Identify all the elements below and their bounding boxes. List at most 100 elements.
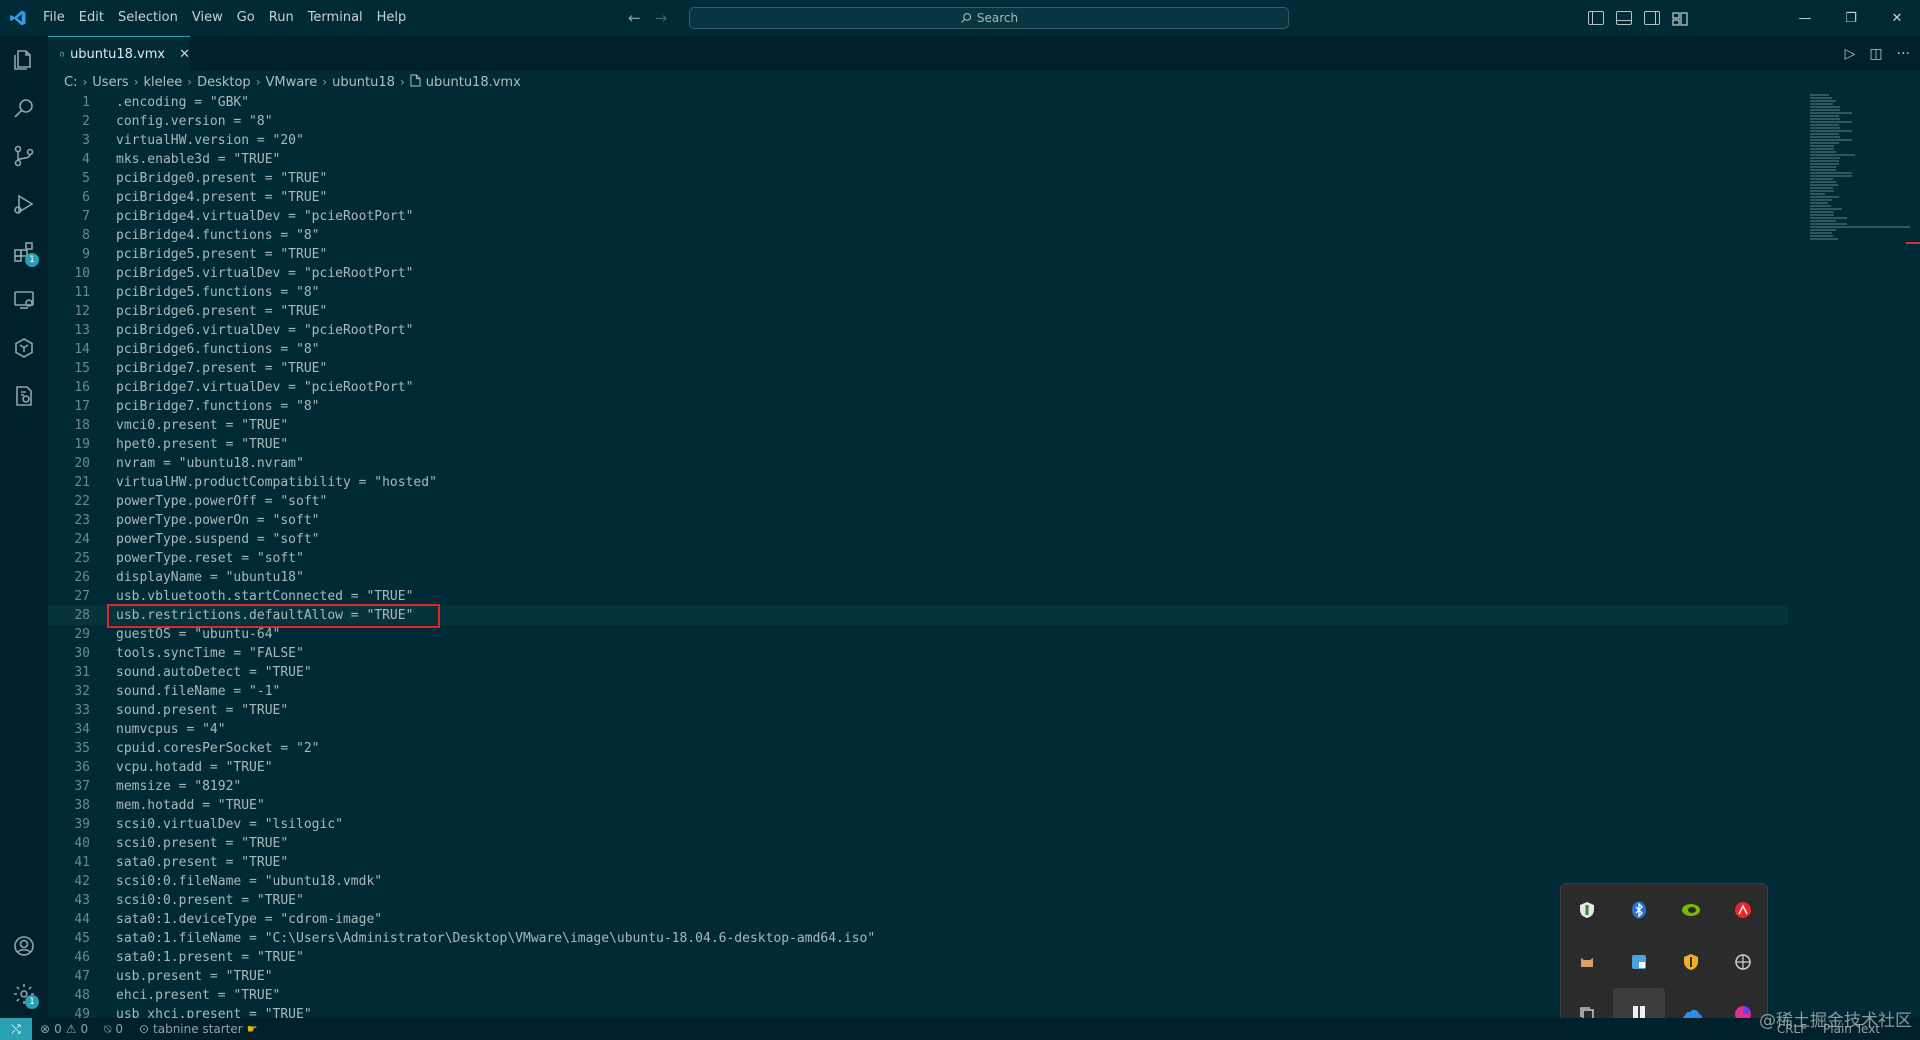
code-line[interactable]: 3 virtualHW.version = "20" [48,131,1920,150]
code-line[interactable]: 19 hpet0.present = "TRUE" [48,435,1920,454]
code-line[interactable]: 16 pciBridge7.virtualDev = "pcieRootPort" [48,378,1920,397]
minimap[interactable] [1790,93,1920,333]
code-line[interactable]: 23 powerType.powerOn = "soft" [48,511,1920,530]
run-icon[interactable]: ▷ [1845,46,1856,62]
ports-indicator[interactable]: ⍉ 0 [96,1022,131,1037]
line-text: pciBridge4.present = "TRUE" [116,190,328,205]
code-line[interactable]: 5 pciBridge0.present = "TRUE" [48,169,1920,188]
code-line[interactable]: 12 pciBridge6.present = "TRUE" [48,302,1920,321]
back-arrow-icon[interactable]: ← [628,9,641,27]
adobe-icon[interactable] [1717,884,1769,936]
menu-item-file[interactable]: File [36,0,72,36]
code-line[interactable]: 40 scsi0.present = "TRUE" [48,834,1920,853]
breadcrumb-item[interactable]: Users [92,75,128,90]
source-control-icon[interactable] [0,132,48,180]
menu-item-selection[interactable]: Selection [111,0,185,36]
close-window-icon[interactable]: ✕ [1874,0,1920,36]
code-line[interactable]: 37 memsize = "8192" [48,777,1920,796]
tab-ubuntu18-vmx[interactable]: ubuntu18.vmx ✕ [48,36,190,71]
close-tab-icon[interactable]: ✕ [179,47,190,62]
toggle-panel-icon[interactable] [1616,11,1632,25]
code-line[interactable]: 4 mks.enable3d = "TRUE" [48,150,1920,169]
code-line[interactable]: 38 mem.hotadd = "TRUE" [48,796,1920,815]
code-line[interactable]: 35 cpuid.coresPerSocket = "2" [48,739,1920,758]
code-line[interactable]: 32 sound.fileName = "-1" [48,682,1920,701]
menu-item-view[interactable]: View [185,0,230,36]
remote-explorer-icon[interactable] [0,276,48,324]
minimap-line [1810,112,1852,114]
code-line[interactable]: 17 pciBridge7.functions = "8" [48,397,1920,416]
code-line[interactable]: 20 nvram = "ubuntu18.nvram" [48,454,1920,473]
problems-indicator[interactable]: ⊗ 0 ⚠ 0 [32,1022,96,1036]
breadcrumb-item[interactable]: VMware [266,75,318,90]
tabnine-indicator[interactable]: ⊙ tabnine starter ☛ [131,1022,266,1036]
defender-shield-icon[interactable] [1561,884,1613,936]
testing-icon[interactable] [0,372,48,420]
menu-item-terminal[interactable]: Terminal [301,0,370,36]
code-line[interactable]: 8 pciBridge4.functions = "8" [48,226,1920,245]
code-line[interactable]: 26 displayName = "ubuntu18" [48,568,1920,587]
split-editor-icon[interactable]: ◫ [1869,46,1882,62]
code-line[interactable]: 10 pciBridge5.virtualDev = "pcieRootPort" [48,264,1920,283]
more-actions-icon[interactable]: ··· [1897,46,1910,62]
code-line[interactable]: 36 vcpu.hotadd = "TRUE" [48,758,1920,777]
line-number: 44 [74,912,90,927]
code-line[interactable]: 25 powerType.reset = "soft" [48,549,1920,568]
accounts-icon[interactable] [0,922,48,970]
code-line[interactable]: 39 scsi0.virtualDev = "lsilogic" [48,815,1920,834]
code-line[interactable]: 11 pciBridge5.functions = "8" [48,283,1920,302]
breadcrumb-item[interactable]: C: [64,75,77,90]
breadcrumb-item[interactable]: ubuntu18.vmx [426,75,521,90]
code-line[interactable]: 7 pciBridge4.virtualDev = "pcieRootPort" [48,207,1920,226]
windows-app-icon[interactable] [1613,936,1665,988]
nvidia-icon[interactable] [1665,884,1717,936]
manage-gear-icon[interactable]: 1 [0,970,48,1018]
code-line[interactable]: 24 powerType.suspend = "soft" [48,530,1920,549]
menu-item-help[interactable]: Help [370,0,414,36]
code-line[interactable]: 31 sound.autoDetect = "TRUE" [48,663,1920,682]
code-line[interactable]: 34 numvcpus = "4" [48,720,1920,739]
breadcrumb-item[interactable]: ubuntu18 [332,75,395,90]
security-shield-icon[interactable] [1665,936,1717,988]
toggle-secondary-sidebar-icon[interactable] [1644,11,1660,25]
line-number: 20 [74,456,90,471]
code-line[interactable]: 33 sound.present = "TRUE" [48,701,1920,720]
docker-icon[interactable] [0,324,48,372]
code-line[interactable]: 1 .encoding = "GBK" [48,93,1920,112]
code-line[interactable]: 21 virtualHW.productCompatibility = "host… [48,473,1920,492]
code-line[interactable]: 6 pciBridge4.present = "TRUE" [48,188,1920,207]
code-line[interactable]: 22 powerType.powerOff = "soft" [48,492,1920,511]
activity-bar: 1 1 [0,36,48,1018]
menu-item-run[interactable]: Run [262,0,301,36]
code-line[interactable]: 2 config.version = "8" [48,112,1920,131]
menu-item-edit[interactable]: Edit [72,0,111,36]
search-icon[interactable] [0,84,48,132]
explorer-icon[interactable] [0,36,48,84]
code-line[interactable]: 18 vmci0.present = "TRUE" [48,416,1920,435]
remote-indicator-icon[interactable]: ⤭ [0,1018,32,1040]
code-line[interactable]: 9 pciBridge5.present = "TRUE" [48,245,1920,264]
code-line[interactable]: 15 pciBridge7.present = "TRUE" [48,359,1920,378]
bluetooth-icon[interactable] [1613,884,1665,936]
line-number: 14 [74,342,90,357]
command-center-search[interactable]: Search [689,7,1289,29]
code-line[interactable]: 41 sata0.present = "TRUE" [48,853,1920,872]
cat-app-icon[interactable] [1561,936,1613,988]
line-text: pciBridge4.virtualDev = "pcieRootPort" [116,209,414,224]
minimize-icon[interactable]: — [1782,0,1828,36]
code-line[interactable]: 30 tools.syncTime = "FALSE" [48,644,1920,663]
forward-arrow-icon[interactable]: → [655,9,668,27]
vertical-scrollbar[interactable] [1906,93,1920,1018]
network-app-icon[interactable] [1717,936,1769,988]
menu-item-go[interactable]: Go [230,0,262,36]
toggle-primary-sidebar-icon[interactable] [1588,11,1604,25]
breadcrumb-item[interactable]: klelee [144,75,183,90]
code-editor[interactable]: 1 .encoding = "GBK" 2 config.version = "8" 3… [48,93,1920,1018]
code-line[interactable]: 14 pciBridge6.functions = "8" [48,340,1920,359]
customize-layout-icon[interactable] [1672,11,1688,26]
run-debug-icon[interactable] [0,180,48,228]
restore-icon[interactable]: ❐ [1828,0,1874,36]
code-line[interactable]: 13 pciBridge6.virtualDev = "pcieRootPort" [48,321,1920,340]
extensions-icon[interactable]: 1 [0,228,48,276]
breadcrumb-item[interactable]: Desktop [197,75,251,90]
